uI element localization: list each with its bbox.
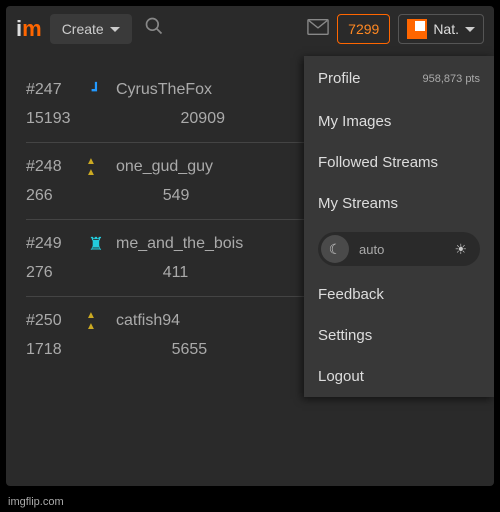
moon-icon: ☾ [321, 235, 349, 263]
user-icon: ┛ [86, 80, 106, 100]
rank: #248 [26, 158, 76, 176]
rank: #249 [26, 235, 76, 253]
watermark: imgflip.com [8, 496, 64, 508]
username-link[interactable]: me_and_the_bois [116, 235, 243, 253]
create-button[interactable]: Create [50, 14, 132, 44]
logo[interactable]: im [16, 16, 42, 42]
user-icon: ▲ ▲ [86, 157, 106, 177]
menu-followed-streams[interactable]: Followed Streams [304, 142, 494, 183]
notification-count[interactable]: 7299 [337, 14, 390, 44]
stat-1: 1718 [26, 341, 62, 359]
sun-icon: ☀ [454, 241, 467, 258]
avatar-icon [407, 19, 427, 39]
stat-1: 276 [26, 264, 53, 282]
theme-toggle[interactable]: ☾ auto ☀ [318, 232, 480, 266]
user-dropdown-menu: Profile 958,873 pts My Images Followed S… [304, 56, 494, 397]
rank: #250 [26, 312, 76, 330]
stat-1: 15193 [26, 110, 71, 128]
rank: #247 [26, 81, 76, 99]
user-icon: ▲ ▲ [86, 311, 106, 331]
menu-profile[interactable]: Profile 958,873 pts [304, 56, 494, 101]
menu-my-streams[interactable]: My Streams [304, 183, 494, 224]
menu-settings[interactable]: Settings [304, 315, 494, 356]
stat-2: 20909 [181, 110, 226, 128]
logo-m: m [22, 16, 42, 42]
stat-1: 266 [26, 187, 53, 205]
menu-profile-label: Profile [318, 70, 361, 87]
create-label: Create [62, 21, 104, 37]
user-name: Nat. [433, 21, 459, 37]
header: im Create 7299 Nat. [6, 6, 494, 52]
menu-logout[interactable]: Logout [304, 356, 494, 397]
user-menu-button[interactable]: Nat. [398, 14, 484, 44]
stat-2: 549 [163, 187, 190, 205]
stat-2: 5655 [172, 341, 208, 359]
menu-feedback[interactable]: Feedback [304, 274, 494, 315]
menu-points: 958,873 pts [423, 73, 481, 85]
mail-icon[interactable] [307, 18, 329, 41]
theme-label: auto [359, 242, 444, 257]
stat-2: 411 [163, 264, 189, 282]
menu-my-images[interactable]: My Images [304, 101, 494, 142]
username-link[interactable]: catfish94 [116, 312, 180, 330]
chevron-down-icon [110, 27, 120, 32]
username-link[interactable]: CyrusTheFox [116, 81, 212, 99]
username-link[interactable]: one_gud_guy [116, 158, 213, 176]
chevron-down-icon [465, 27, 475, 32]
search-icon[interactable] [144, 16, 164, 42]
user-icon: ♜ [86, 234, 106, 254]
